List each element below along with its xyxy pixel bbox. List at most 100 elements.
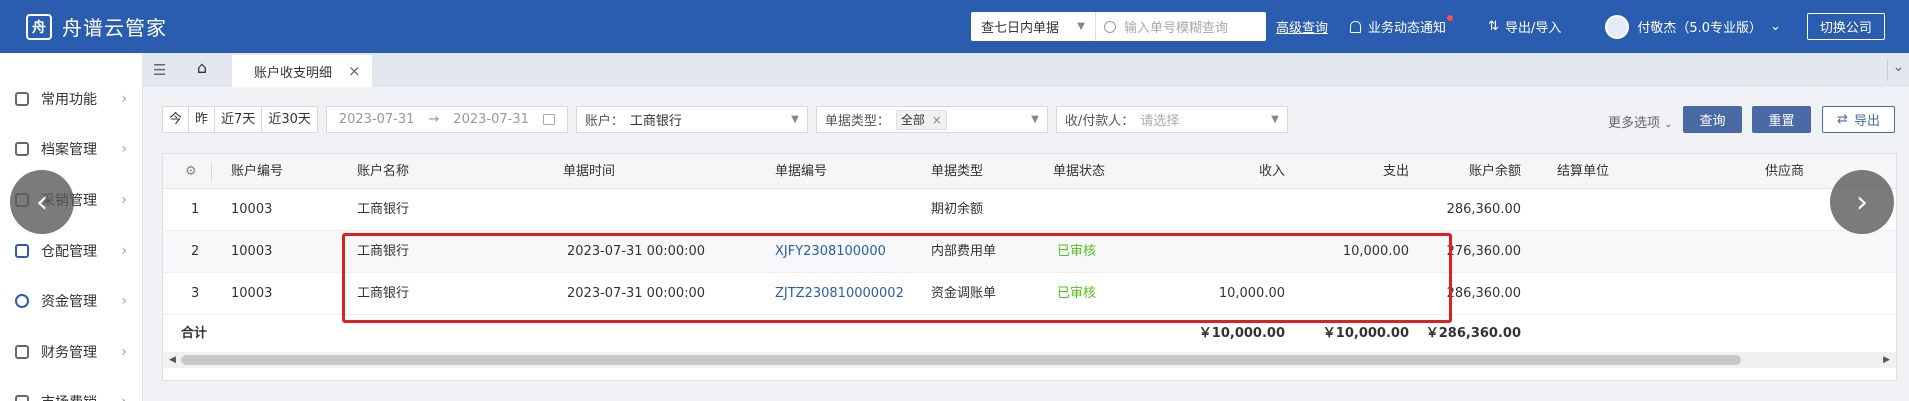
- close-icon[interactable]: ×: [348, 62, 361, 80]
- close-icon[interactable]: ×: [932, 113, 942, 127]
- reset-button[interactable]: 重置: [1752, 106, 1811, 133]
- import-export-button[interactable]: ⇅ 导出/导入: [1488, 17, 1561, 36]
- doc-type-select[interactable]: 单据类型： 全部 × ▼: [815, 106, 1048, 133]
- sidebar-item-archive[interactable]: 档案管理 ›: [0, 135, 143, 163]
- ledger-icon: [15, 345, 29, 359]
- table-row[interactable]: 1 10003 工商银行 期初余额 286,360.00: [163, 189, 1896, 231]
- export-button[interactable]: ⇄ 导出: [1822, 106, 1895, 133]
- cell-doc-type: 期初余额: [931, 202, 984, 217]
- avatar: [1605, 14, 1630, 39]
- quick-date-group: 今 昨 近7天 近30天: [162, 106, 318, 133]
- range-select-label: 查七日内单据: [981, 21, 1060, 36]
- more-options-label: 更多选项: [1608, 116, 1661, 131]
- tab-bar: ☰ ⌂ 账户收支明细 × ⌄: [143, 53, 1909, 87]
- range-select[interactable]: 查七日内单据 ▼: [971, 12, 1095, 41]
- sidebar-item-label: 仓配管理: [41, 244, 97, 260]
- user-menu[interactable]: 付敬杰（5.0专业版） ⌄: [1605, 14, 1781, 39]
- settings-gear-icon[interactable]: ⚙: [185, 154, 197, 189]
- doc-type-value: 全部: [900, 112, 925, 127]
- chevron-right-icon: ›: [1856, 184, 1868, 220]
- archive-icon: [15, 142, 29, 156]
- total-label: 合计: [181, 326, 208, 341]
- header-expense: 支出: [1382, 164, 1409, 179]
- scroll-right-icon[interactable]: ▶: [1883, 352, 1890, 368]
- app-title: 舟谱云管家: [62, 16, 167, 40]
- quick-30days-button[interactable]: 近30天: [262, 107, 317, 132]
- search-placeholder: 输入单号模糊查询: [1124, 21, 1229, 36]
- advanced-search-link[interactable]: 高级查询: [1276, 17, 1328, 36]
- chevron-right-icon: ›: [121, 141, 127, 157]
- filter-row: 今 昨 近7天 近30天 2023-07-31 → 2023-07-31 账户：…: [162, 106, 1288, 133]
- home-icon[interactable]: ⌂: [190, 58, 214, 82]
- quick-7days-button[interactable]: 近7天: [215, 107, 263, 132]
- cell-acct-name: 工商银行: [357, 202, 410, 217]
- user-name: 付敬杰（5.0专业版）: [1637, 21, 1763, 36]
- account-value: 工商银行: [629, 114, 682, 129]
- sidebar-item-warehouse[interactable]: 仓配管理 ›: [0, 237, 143, 265]
- top-right-controls: 查七日内单据 ▼ 输入单号模糊查询 高级查询 业务动态通知 ⇅ 导出/导入 付敬…: [971, 10, 1885, 43]
- chevron-down-icon: ⌄: [1770, 19, 1781, 34]
- quick-yesterday-button[interactable]: 昨: [189, 107, 216, 132]
- calendar-icon: [542, 114, 555, 125]
- export-icon: ⇄: [1837, 112, 1848, 127]
- date-range-picker[interactable]: 2023-07-31 → 2023-07-31: [325, 106, 568, 133]
- money-bag-icon: [15, 294, 29, 308]
- search-icon: [1104, 20, 1116, 33]
- bell-icon: [1350, 14, 1454, 33]
- row-index: 2: [191, 244, 200, 259]
- payee-label: 收/付款人：: [1064, 114, 1135, 129]
- tab-account-detail[interactable]: 账户收支明细 ×: [232, 55, 372, 87]
- star-icon: [15, 92, 29, 106]
- cell-acct-no: 10003: [231, 286, 273, 301]
- chevron-down-icon: ▼: [1031, 114, 1039, 125]
- header-doc-time: 单据时间: [563, 164, 616, 179]
- chevron-left-icon: ‹: [36, 184, 48, 220]
- header-acct-name: 账户名称: [357, 164, 410, 179]
- header-doc-no: 单据编号: [775, 164, 828, 179]
- chevron-right-icon: ›: [121, 192, 127, 208]
- table-header: ⚙ 账户编号 账户名称 单据时间 单据编号 单据类型 单据状态 收入 支出 账户…: [163, 154, 1896, 189]
- date-end: 2023-07-31: [453, 112, 529, 127]
- scroll-left-icon[interactable]: ◀: [169, 352, 176, 368]
- scrollbar-thumb[interactable]: [181, 355, 1741, 365]
- sidebar-item-finance[interactable]: 财务管理 ›: [0, 338, 143, 366]
- account-label: 账户：: [584, 114, 624, 129]
- header-settlement-unit: 结算单位: [1557, 164, 1610, 179]
- account-select[interactable]: 账户： 工商银行 ▼: [575, 106, 808, 133]
- doc-type-tag: 全部 ×: [895, 109, 947, 130]
- cell-balance: 286,360.00: [1446, 202, 1521, 217]
- chevron-right-icon: ›: [121, 394, 127, 401]
- notifications-label: 业务动态通知: [1368, 21, 1447, 36]
- chevron-down-icon: ⌄: [1664, 119, 1673, 130]
- warehouse-icon: [15, 244, 29, 258]
- arrow-right-icon: →: [428, 112, 440, 127]
- export-label: 导出: [1853, 114, 1880, 129]
- payee-placeholder: 请选择: [1140, 114, 1180, 129]
- sidebar-item-common[interactable]: 常用功能 ›: [0, 85, 143, 113]
- horizontal-scrollbar[interactable]: ◀ ▶: [163, 352, 1896, 368]
- sidebar-item-label: 市场费销: [41, 392, 97, 401]
- prev-arrow-button[interactable]: ‹: [10, 170, 74, 234]
- collapse-sidebar-icon[interactable]: ☰: [153, 61, 171, 79]
- payee-select[interactable]: 收/付款人： 请选择 ▼: [1055, 106, 1288, 133]
- quick-today-button[interactable]: 今: [163, 107, 190, 132]
- sidebar-item-label: 财务管理: [41, 345, 97, 361]
- notifications-button[interactable]: 业务动态通知: [1350, 14, 1454, 36]
- sidebar-item-funds[interactable]: 资金管理 ›: [0, 287, 143, 315]
- row-index: 3: [191, 286, 200, 301]
- more-options-button[interactable]: 更多选项 ⌄: [1608, 112, 1673, 131]
- query-button[interactable]: 查询: [1683, 106, 1742, 133]
- next-arrow-button[interactable]: ›: [1830, 170, 1894, 234]
- search-input[interactable]: 输入单号模糊查询: [1095, 12, 1266, 41]
- app-logo[interactable]: 舟 舟谱云管家: [26, 12, 167, 41]
- header-doc-status: 单据状态: [1053, 164, 1106, 179]
- date-start: 2023-07-31: [338, 112, 415, 127]
- chevron-right-icon: ›: [121, 243, 127, 259]
- header-supplier: 供应商: [1765, 164, 1805, 179]
- sidebar-item-marketing[interactable]: 市场费销 ›: [0, 388, 143, 401]
- column-divider: [211, 162, 212, 182]
- sidebar-item-label: 常用功能: [41, 92, 97, 108]
- unread-dot: [1447, 14, 1454, 21]
- switch-company-button[interactable]: 切换公司: [1806, 13, 1885, 40]
- tab-list-chevron-icon[interactable]: ⌄: [1887, 59, 1909, 81]
